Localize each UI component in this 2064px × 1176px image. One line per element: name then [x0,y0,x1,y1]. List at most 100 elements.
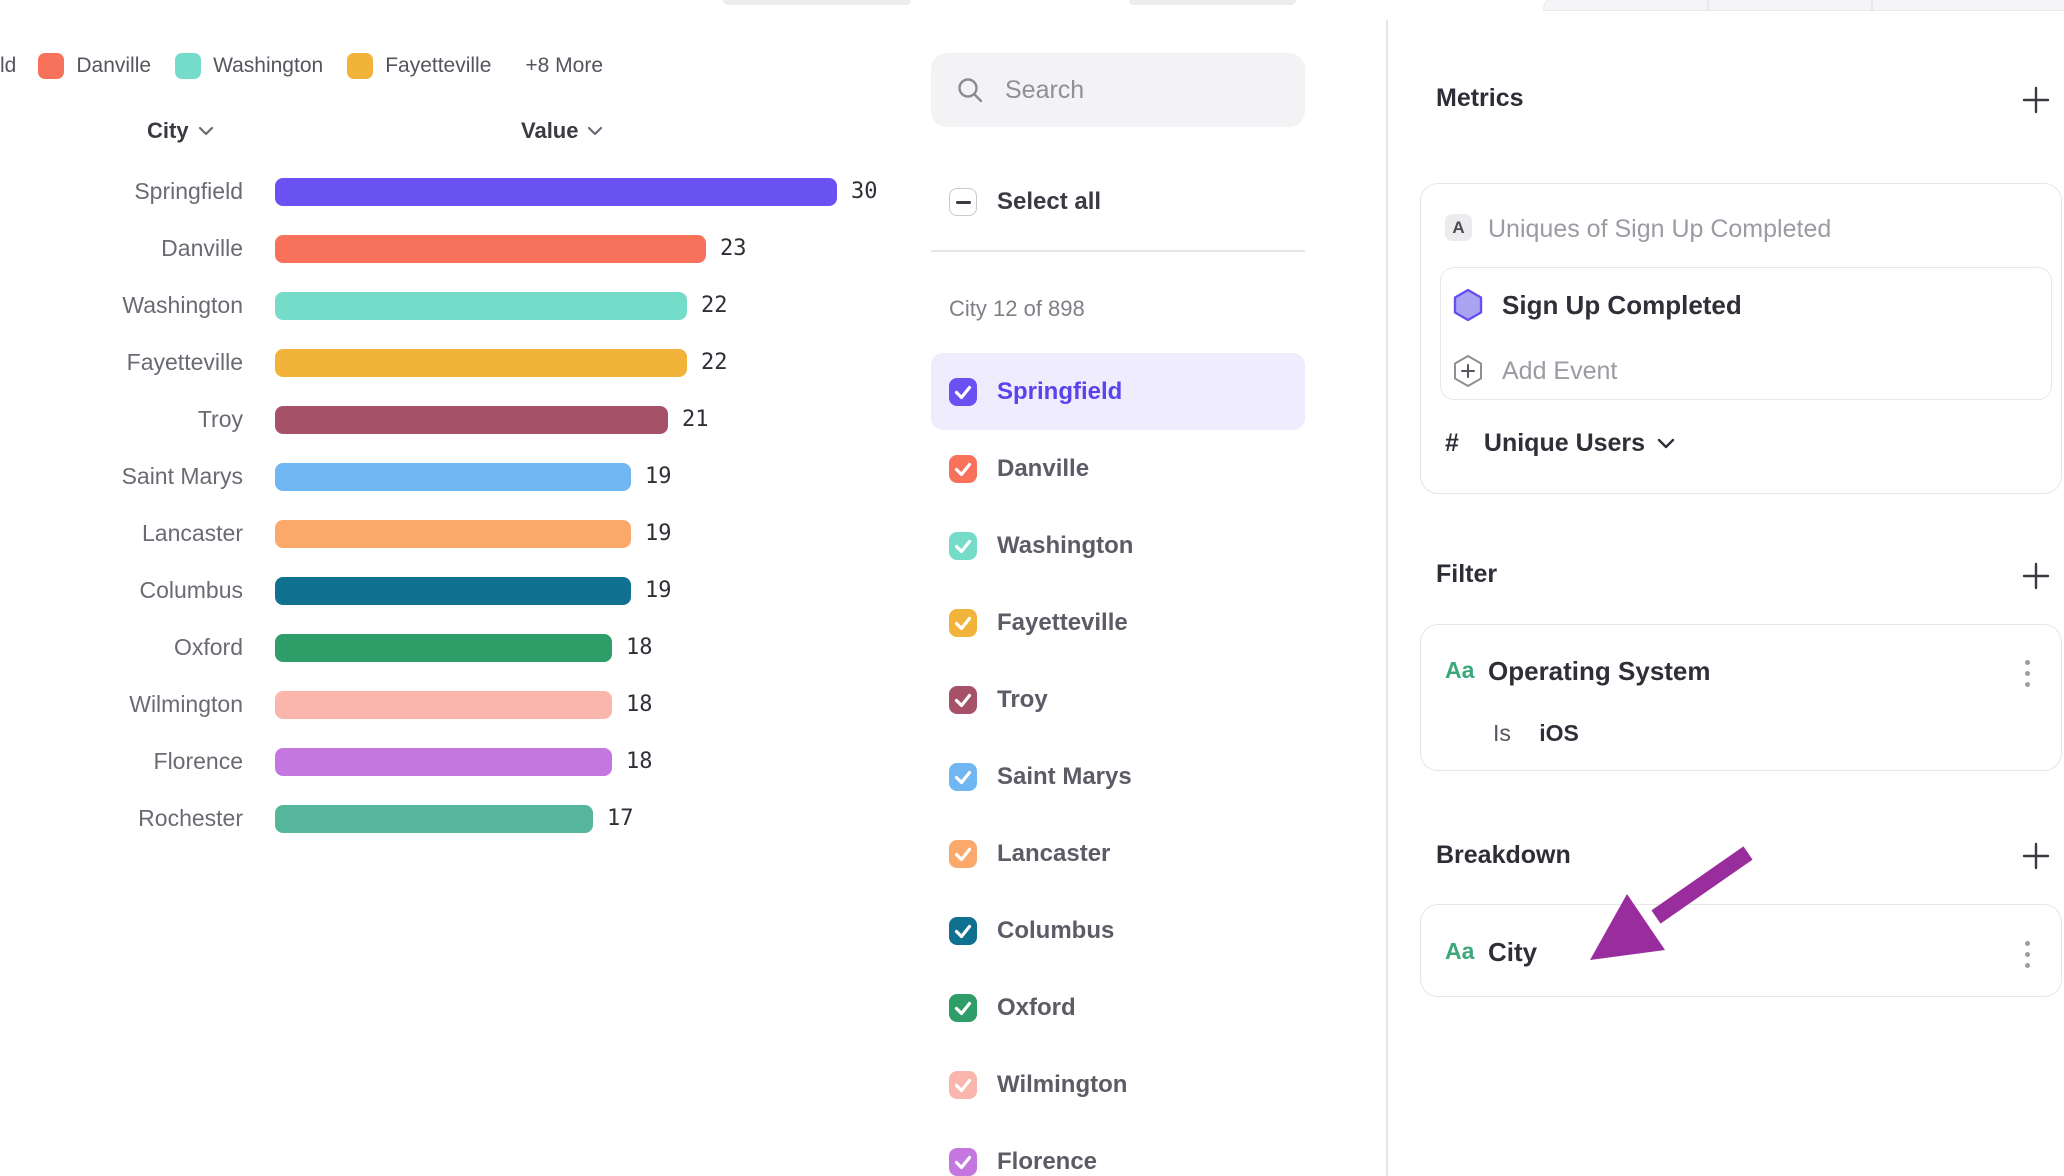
check-icon [949,1071,977,1099]
city-list: Springfield Danville Washington [931,353,1305,1176]
string-type-icon: Aa [1445,938,1474,965]
bar-category-label: Wilmington [0,691,243,718]
chevron-down-icon [1657,438,1675,449]
bar[interactable] [275,691,612,719]
list-item-city[interactable]: Washington [931,507,1305,584]
filter-value[interactable]: iOS [1539,720,1579,746]
city-checkbox[interactable] [949,917,977,945]
chevron-down-icon [587,126,603,136]
breakdown-card: Aa City [1420,904,2062,997]
city-checkbox[interactable] [949,1148,977,1176]
add-breakdown-button[interactable] [2022,842,2050,870]
column-header-value[interactable]: Value [521,118,603,144]
list-item-city[interactable]: Lancaster [931,815,1305,892]
city-label: Saint Marys [997,763,1132,791]
check-icon [949,378,977,406]
select-all-label: Select all [997,188,1101,216]
add-event-button[interactable]: Add Event [1502,357,1617,386]
column-header-city[interactable]: City [147,118,214,144]
bar[interactable] [275,178,837,206]
bar-value-label: 21 [682,407,709,432]
chart-row: Troy 21 [0,391,940,448]
bar[interactable] [275,406,668,434]
filter-card: Aa Operating System Is iOS [1420,624,2062,771]
measure-selector[interactable]: # Unique Users [1445,429,1675,458]
city-label: Washington [997,532,1133,560]
chart-row: Springfield 30 [0,163,940,220]
search-input[interactable]: Search [931,53,1305,127]
bar-value-label: 22 [701,293,728,318]
bar[interactable] [275,748,612,776]
list-item-city[interactable]: Florence [931,1123,1305,1176]
chart-row: Danville 23 [0,220,940,277]
filter-operator[interactable]: Is [1493,720,1511,746]
list-item-city[interactable]: Oxford [931,969,1305,1046]
filter-property[interactable]: Operating System [1488,656,1711,687]
legend-swatch-icon [175,53,201,79]
city-checkbox[interactable] [949,994,977,1022]
bar-value-label: 18 [626,749,653,774]
bar-chart: Springfield 30 Danville 23 Washington 22… [0,163,940,847]
list-item-city[interactable]: Fayetteville [931,584,1305,661]
metric-title: Uniques of Sign Up Completed [1488,215,1831,244]
bar[interactable] [275,805,593,833]
bar[interactable] [275,349,687,377]
bar[interactable] [275,577,631,605]
bar[interactable] [275,235,706,263]
city-label: Danville [997,455,1089,483]
check-icon [949,532,977,560]
city-checkbox[interactable] [949,455,977,483]
legend-item[interactable]: Washington [175,53,323,79]
city-checkbox[interactable] [949,686,977,714]
chart-row: Oxford 18 [0,619,940,676]
breakdown-heading: Breakdown [1436,841,1571,870]
metric-letter-badge: A [1445,214,1472,241]
select-all-row[interactable]: Select all [949,188,1101,216]
bar[interactable] [275,463,631,491]
legend-swatch-icon [347,53,373,79]
city-checkbox[interactable] [949,532,977,560]
select-all-checkbox[interactable] [949,188,977,216]
check-icon [949,840,977,868]
legend-more-button[interactable]: +8 More [525,54,603,78]
list-item-city[interactable]: Wilmington [931,1046,1305,1123]
city-label: Oxford [997,994,1076,1022]
legend-swatch-icon [38,53,64,79]
filter-condition[interactable]: Is iOS [1493,720,1579,747]
list-item-city[interactable]: Danville [931,430,1305,507]
list-item-city[interactable]: Columbus [931,892,1305,969]
breakdown-property[interactable]: City [1488,937,1537,968]
bar-category-label: Danville [0,235,243,262]
city-checkbox[interactable] [949,840,977,868]
divider [931,250,1305,252]
legend-item[interactable]: Fayetteville [347,53,491,79]
add-metric-button[interactable] [2022,86,2050,114]
bar[interactable] [275,634,612,662]
bar-value-label: 18 [626,635,653,660]
city-checkbox[interactable] [949,763,977,791]
legend-item[interactable]: Danville [38,53,151,79]
list-item-city[interactable]: Troy [931,661,1305,738]
metrics-heading: Metrics [1436,84,1524,113]
bar-category-label: Florence [0,748,243,775]
event-name[interactable]: Sign Up Completed [1502,290,1742,321]
tab-separator [1871,0,1873,10]
bar-category-label: Fayetteville [0,349,243,376]
kebab-menu-icon[interactable] [2013,941,2041,968]
bar-category-label: Columbus [0,577,243,604]
city-checkbox[interactable] [949,1071,977,1099]
tab-separator [1707,0,1709,10]
city-checkbox[interactable] [949,378,977,406]
add-filter-button[interactable] [2022,562,2050,590]
bar-value-label: 19 [645,521,672,546]
bar[interactable] [275,520,631,548]
bar-category-label: Washington [0,292,243,319]
city-checkbox[interactable] [949,609,977,637]
list-item-city[interactable]: Springfield [931,353,1305,430]
check-icon [949,994,977,1022]
minus-icon [956,201,971,204]
bar[interactable] [275,292,687,320]
kebab-menu-icon[interactable] [2013,660,2041,687]
list-item-city[interactable]: Saint Marys [931,738,1305,815]
chart-row: Saint Marys 19 [0,448,940,505]
